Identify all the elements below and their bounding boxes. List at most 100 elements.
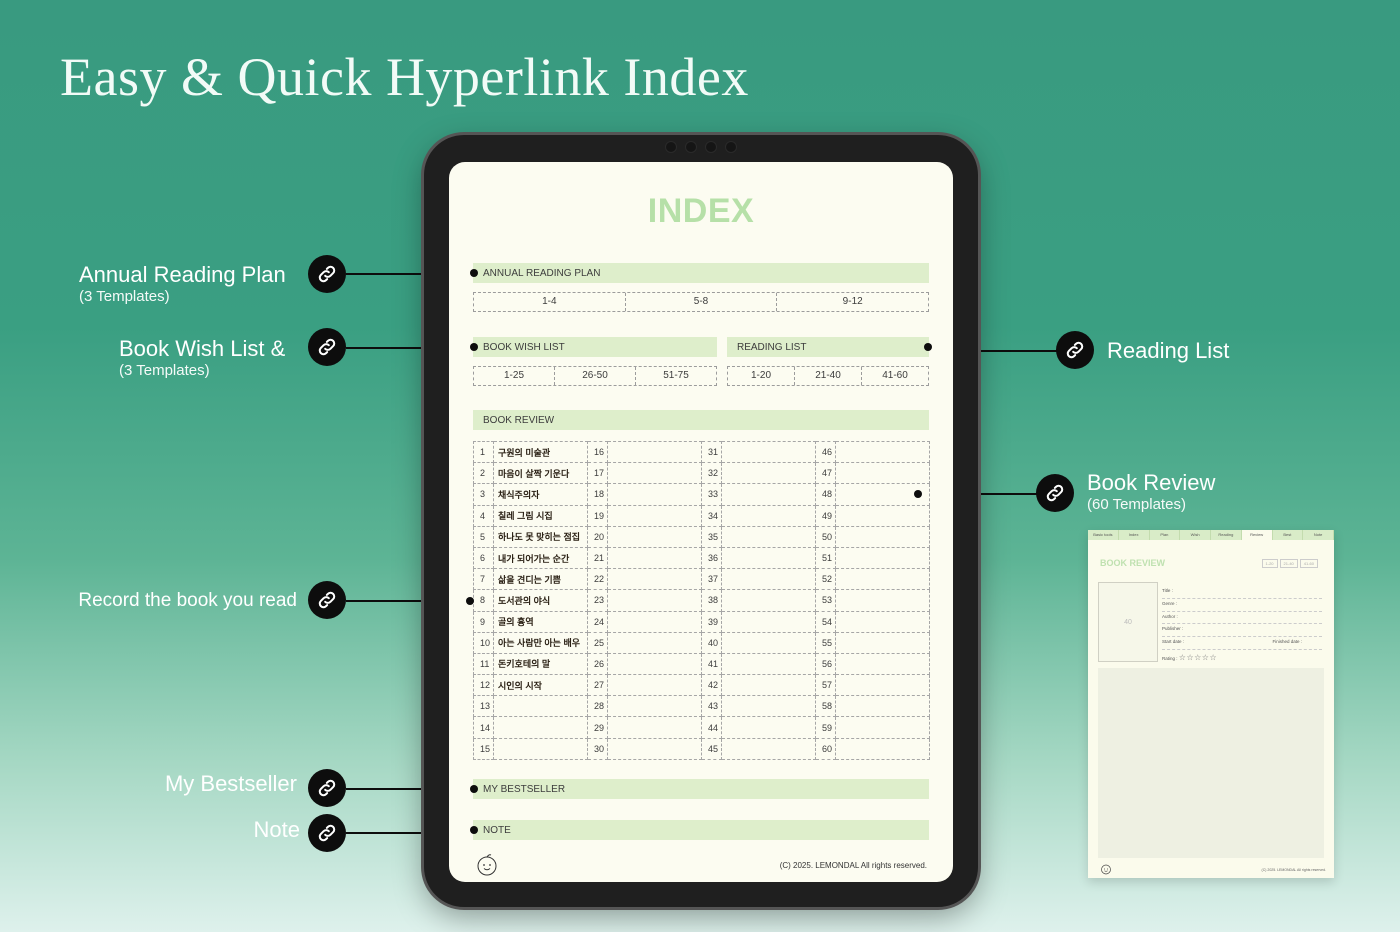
- review-number-link[interactable]: 17: [587, 462, 608, 485]
- review-title-cell[interactable]: 채식주의자: [493, 483, 588, 506]
- review-number-link[interactable]: 37: [701, 568, 722, 591]
- review-title-cell[interactable]: 구원의 미술관: [493, 440, 588, 464]
- review-title-cell[interactable]: 내가 되어가는 순간: [493, 546, 588, 570]
- range-link[interactable]: 21-40: [1279, 559, 1298, 568]
- review-title-cell[interactable]: 하나도 못 맞히는 점집: [493, 525, 588, 548]
- review-number-link[interactable]: 40: [701, 631, 722, 654]
- review-title-cell[interactable]: [607, 695, 702, 718]
- review-title-cell[interactable]: 돈키호테의 말: [493, 652, 588, 676]
- review-title-cell[interactable]: [721, 716, 816, 739]
- review-number-link[interactable]: 13: [473, 695, 494, 718]
- review-number-link[interactable]: 21: [587, 546, 608, 570]
- review-number-link[interactable]: 55: [815, 631, 836, 654]
- review-title-cell[interactable]: [607, 568, 702, 591]
- field-genre[interactable]: Genre :: [1162, 599, 1322, 612]
- review-title-cell[interactable]: [835, 674, 930, 697]
- review-number-link[interactable]: 25: [587, 631, 608, 654]
- review-title-cell[interactable]: 도서관의 야식: [493, 589, 588, 612]
- review-number-link[interactable]: 8: [473, 589, 494, 612]
- review-number-link[interactable]: 1: [473, 440, 494, 464]
- review-number-link[interactable]: 53: [815, 589, 836, 612]
- review-title-cell[interactable]: [607, 504, 702, 527]
- review-title-cell[interactable]: [721, 610, 816, 633]
- review-number-link[interactable]: 45: [701, 737, 722, 760]
- preview-tab[interactable]: Basic tools: [1088, 530, 1119, 540]
- review-title-cell[interactable]: [607, 440, 702, 464]
- preview-tab[interactable]: Best: [1273, 530, 1304, 540]
- preview-tab[interactable]: Wish: [1180, 530, 1211, 540]
- annual-reading-plan-link[interactable]: ANNUAL READING PLAN: [470, 263, 929, 283]
- field-rating[interactable]: Rating : ☆☆☆☆☆: [1162, 650, 1322, 662]
- link-icon[interactable]: [308, 328, 346, 366]
- review-title-cell[interactable]: 삶을 견디는 기쁨: [493, 568, 588, 591]
- link-icon[interactable]: [308, 255, 346, 293]
- review-title-cell[interactable]: [721, 546, 816, 570]
- review-number-link[interactable]: 27: [587, 674, 608, 697]
- review-title-cell[interactable]: [721, 462, 816, 485]
- link-icon[interactable]: [1056, 331, 1094, 369]
- review-number-link[interactable]: 29: [587, 716, 608, 739]
- review-title-cell[interactable]: [835, 695, 930, 718]
- review-number-link[interactable]: 28: [587, 695, 608, 718]
- preview-tab[interactable]: Note: [1303, 530, 1334, 540]
- review-number-link[interactable]: 5: [473, 525, 494, 548]
- review-title-cell[interactable]: [835, 737, 930, 760]
- field-author[interactable]: Author :: [1162, 612, 1322, 625]
- review-number-link[interactable]: 24: [587, 610, 608, 633]
- review-number-link[interactable]: 51: [815, 546, 836, 570]
- review-number-link[interactable]: 60: [815, 737, 836, 760]
- review-number-link[interactable]: 20: [587, 525, 608, 548]
- range-link[interactable]: 1-20: [1261, 559, 1278, 568]
- review-title-cell[interactable]: [835, 440, 930, 464]
- review-title-cell[interactable]: [721, 525, 816, 548]
- review-title-cell[interactable]: [835, 462, 930, 485]
- review-title-cell[interactable]: [721, 737, 816, 760]
- book-cover-placeholder[interactable]: 40: [1098, 582, 1158, 662]
- review-number-link[interactable]: 33: [701, 483, 722, 506]
- range-link[interactable]: 21-40: [795, 367, 862, 385]
- field-finished-date[interactable]: Finished date :: [1272, 639, 1302, 649]
- review-title-cell[interactable]: [721, 504, 816, 527]
- review-title-cell[interactable]: [721, 695, 816, 718]
- review-title-cell[interactable]: [607, 716, 702, 739]
- review-title-cell[interactable]: [721, 652, 816, 676]
- link-icon[interactable]: [1036, 474, 1074, 512]
- review-title-cell[interactable]: [607, 737, 702, 760]
- field-start-date[interactable]: Start date :: [1162, 639, 1184, 649]
- review-title-cell[interactable]: [607, 610, 702, 633]
- review-title-cell[interactable]: 아는 사람만 아는 배우: [493, 631, 588, 654]
- review-title-cell[interactable]: 골의 흉역: [493, 610, 588, 633]
- review-title-cell[interactable]: [721, 589, 816, 612]
- preview-tab[interactable]: Reading: [1211, 530, 1242, 540]
- review-number-link[interactable]: 14: [473, 716, 494, 739]
- review-title-cell[interactable]: [607, 525, 702, 548]
- review-number-link[interactable]: 57: [815, 674, 836, 697]
- review-number-link[interactable]: 46: [815, 440, 836, 464]
- review-number-link[interactable]: 43: [701, 695, 722, 718]
- review-number-link[interactable]: 6: [473, 546, 494, 570]
- review-number-link[interactable]: 31: [701, 440, 722, 464]
- preview-tab[interactable]: Index: [1119, 530, 1150, 540]
- review-number-link[interactable]: 54: [815, 610, 836, 633]
- review-number-link[interactable]: 16: [587, 440, 608, 464]
- review-title-cell[interactable]: 마음이 살짝 기운다: [493, 462, 588, 485]
- book-wish-list-link[interactable]: BOOK WISH LIST: [470, 337, 717, 357]
- review-title-cell[interactable]: [721, 440, 816, 464]
- review-notes-area[interactable]: [1098, 668, 1324, 858]
- review-title-cell[interactable]: [493, 737, 588, 760]
- review-title-cell[interactable]: [835, 631, 930, 654]
- review-number-link[interactable]: 32: [701, 462, 722, 485]
- review-number-link[interactable]: 49: [815, 504, 836, 527]
- review-number-link[interactable]: 58: [815, 695, 836, 718]
- review-title-cell[interactable]: [607, 483, 702, 506]
- review-number-link[interactable]: 19: [587, 504, 608, 527]
- review-title-cell[interactable]: [607, 589, 702, 612]
- my-bestseller-link[interactable]: MY BESTSELLER: [470, 779, 929, 799]
- review-number-link[interactable]: 26: [587, 652, 608, 676]
- review-number-link[interactable]: 44: [701, 716, 722, 739]
- range-link[interactable]: 26-50: [555, 367, 636, 385]
- review-title-cell[interactable]: 시인의 시작: [493, 674, 588, 697]
- review-number-link[interactable]: 42: [701, 674, 722, 697]
- review-number-link[interactable]: 50: [815, 525, 836, 548]
- review-number-link[interactable]: 34: [701, 504, 722, 527]
